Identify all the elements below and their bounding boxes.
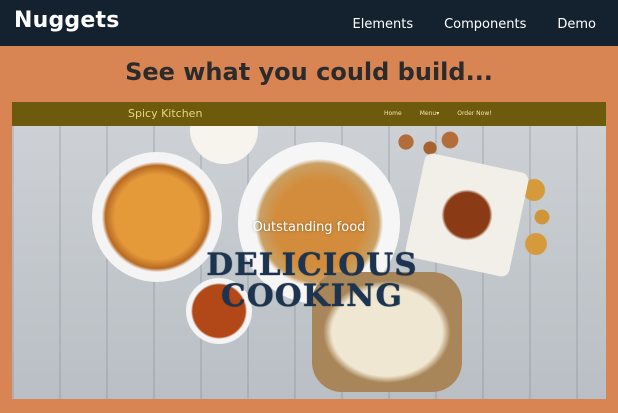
preview-nav-home[interactable]: Home	[384, 110, 402, 117]
preview-tagline: Outstanding food	[252, 220, 366, 235]
preview-nav-links: Home Menu▾ Order Now!	[384, 110, 492, 117]
nav-components-link[interactable]: Components	[444, 17, 526, 32]
demo-preview: Spicy Kitchen Home Menu▾ Order Now! Outs…	[12, 102, 606, 399]
page-headline: See what you could build...	[125, 58, 493, 86]
raita-bowl-image	[190, 126, 258, 164]
nav-elements-link[interactable]: Elements	[353, 17, 414, 32]
main-nav: Elements Components Demo	[353, 17, 597, 32]
preview-navbar: Spicy Kitchen Home Menu▾ Order Now!	[12, 102, 606, 126]
preview-brand[interactable]: Spicy Kitchen	[128, 107, 202, 120]
preview-hero-title: DELICIOUS COOKING	[152, 250, 472, 312]
nav-demo-link[interactable]: Demo	[557, 17, 596, 32]
hero-line-1: DELICIOUS	[206, 247, 418, 283]
preview-nav-menu-dropdown[interactable]: Menu▾	[420, 110, 440, 117]
preview-nav-order-now[interactable]: Order Now!	[457, 110, 491, 117]
hero-line-2: COOKING	[221, 278, 403, 314]
site-logo[interactable]: Nuggets	[14, 8, 120, 33]
site-header: Nuggets Elements Components Demo	[0, 0, 618, 46]
